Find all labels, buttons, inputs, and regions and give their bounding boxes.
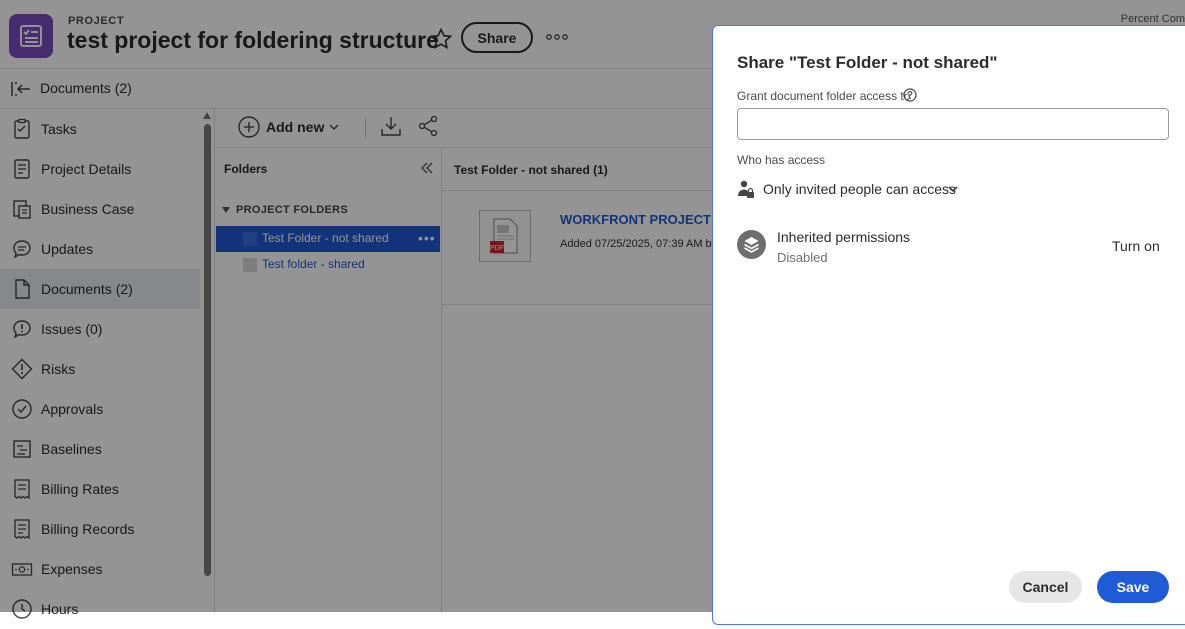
share-folder-dialog: Share "Test Folder - not shared" Grant d… xyxy=(712,25,1185,625)
help-icon[interactable] xyxy=(903,88,917,102)
layers-icon xyxy=(737,230,766,259)
cancel-button[interactable]: Cancel xyxy=(1009,571,1082,603)
inherited-permissions-title: Inherited permissions xyxy=(777,229,911,245)
grant-access-input[interactable] xyxy=(737,108,1169,140)
grant-access-label: Grant document folder access to xyxy=(737,89,911,103)
inherited-permissions-status: Disabled xyxy=(777,250,828,265)
save-button[interactable]: Save xyxy=(1097,571,1169,603)
chevron-down-icon xyxy=(947,183,959,195)
access-level-value: Only invited people can access xyxy=(763,181,956,197)
person-lock-icon xyxy=(737,179,755,199)
access-level-dropdown[interactable]: Only invited people can access xyxy=(737,179,977,203)
who-has-access-label: Who has access xyxy=(737,153,826,167)
turn-on-button[interactable]: Turn on xyxy=(1112,238,1160,254)
dialog-title: Share "Test Folder - not shared" xyxy=(737,53,998,72)
